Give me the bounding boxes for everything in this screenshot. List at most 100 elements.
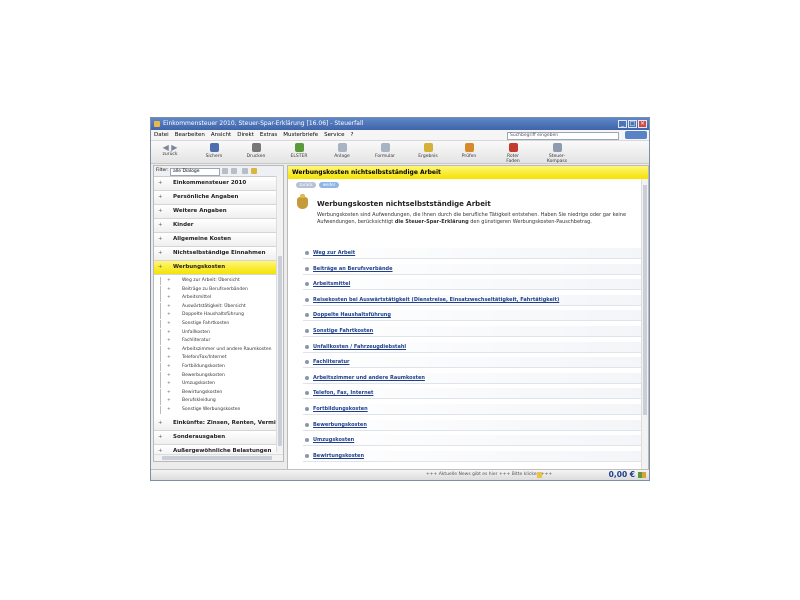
- news-ticker[interactable]: +++ Aktuelle News gibt es hier +++ Bitte…: [426, 470, 552, 480]
- minimize-button[interactable]: _: [618, 120, 627, 128]
- expand-icon[interactable]: +: [158, 219, 163, 232]
- content-link-label[interactable]: Telefon, Fax, Internet: [313, 388, 373, 398]
- sidebar-section[interactable]: + Werbungskosten: [154, 261, 283, 275]
- expand-icon[interactable]: +: [158, 431, 163, 444]
- content-link[interactable]: Umzugskosten: [303, 435, 643, 447]
- expand-icon[interactable]: +: [158, 177, 163, 190]
- search-input[interactable]: Suchbegriff eingeben: [507, 132, 619, 140]
- sidebar-tree-item[interactable]: + Bewerbungskosten: [154, 371, 283, 380]
- content-link-label[interactable]: Beiträge an Berufsverbände: [313, 264, 393, 274]
- content-link-label[interactable]: Umzugskosten: [313, 435, 354, 445]
- maximize-button[interactable]: □: [628, 120, 637, 128]
- sidebar-hscroll-thumb[interactable]: [162, 456, 272, 460]
- expand-icon[interactable]: +: [167, 320, 171, 328]
- content-link-label[interactable]: Reisekosten bei Auswärtstätigkeit (Diens…: [313, 295, 559, 305]
- toolbar-button[interactable]: Anlage: [329, 142, 355, 159]
- toolbar-button[interactable]: Steuer-Kompass: [544, 142, 570, 164]
- news-icon[interactable]: [537, 472, 542, 478]
- expand-icon[interactable]: +: [167, 354, 171, 362]
- sidebar-tree-item[interactable]: + Unfallkosten: [154, 328, 283, 337]
- content-link-label[interactable]: Bewerbungskosten: [313, 420, 367, 430]
- toolbar-button[interactable]: Prüfen: [456, 142, 482, 159]
- expand-icon[interactable]: +: [167, 372, 171, 380]
- sidebar-section[interactable]: + Kinder: [154, 219, 283, 233]
- toolbar-button[interactable]: Roter Faden: [500, 142, 526, 164]
- print-icon[interactable]: [242, 168, 248, 174]
- menu-item[interactable]: Service: [324, 130, 344, 140]
- menu-item[interactable]: Musterbriefe: [283, 130, 318, 140]
- filter-down-icon[interactable]: [231, 168, 237, 174]
- content-scroll-thumb[interactable]: [643, 185, 647, 415]
- expand-icon[interactable]: +: [167, 303, 171, 311]
- sidebar-section[interactable]: + Einkommensteuer 2010: [154, 177, 283, 191]
- content-link-label[interactable]: Arbeitsmittel: [313, 279, 350, 289]
- sidebar-section[interactable]: + Einkünfte: Zinsen, Renten, Vermietung: [154, 416, 283, 431]
- back-forward-buttons[interactable]: ◀ ▶ zurück: [155, 143, 185, 157]
- sidebar-section[interactable]: + Allgemeine Kosten: [154, 233, 283, 247]
- expand-icon[interactable]: +: [167, 337, 171, 345]
- nav-forward-button[interactable]: weiter: [319, 182, 339, 188]
- expand-icon[interactable]: +: [158, 233, 163, 246]
- expand-icon[interactable]: +: [167, 380, 171, 388]
- content-link-label[interactable]: Doppelte Haushaltsführung: [313, 310, 391, 320]
- expand-icon[interactable]: +: [167, 294, 171, 302]
- sidebar-tree-item[interactable]: + Beiträge zu Berufsverbänden: [154, 285, 283, 294]
- sidebar-tree-item[interactable]: + Auswärtstätigkeit: Übersicht: [154, 302, 283, 311]
- toolbar-button[interactable]: Drucken: [243, 142, 269, 159]
- expand-icon[interactable]: +: [167, 311, 171, 319]
- sidebar-section[interactable]: + Persönliche Angaben: [154, 191, 283, 205]
- content-link-label[interactable]: Bewirtungskosten: [313, 451, 364, 461]
- edit-icon[interactable]: [251, 168, 257, 174]
- expand-icon[interactable]: +: [167, 397, 171, 405]
- content-link[interactable]: Telefon, Fax, Internet: [303, 388, 643, 400]
- expand-icon[interactable]: +: [167, 286, 171, 294]
- expand-icon[interactable]: +: [167, 406, 171, 414]
- sidebar-scrollbar[interactable]: [276, 176, 283, 452]
- sidebar-tree-item[interactable]: + Umzugskosten: [154, 380, 283, 389]
- sidebar-hscrollbar[interactable]: [154, 454, 283, 461]
- content-link[interactable]: Weg zur Arbeit: [303, 248, 643, 259]
- search-button[interactable]: [625, 131, 647, 139]
- sidebar-tree-item[interactable]: + Berufskleidung: [154, 397, 283, 406]
- content-scrollbar[interactable]: [641, 179, 648, 469]
- nav-back-button[interactable]: zurück: [296, 182, 316, 188]
- expand-icon[interactable]: +: [158, 261, 163, 274]
- expand-icon[interactable]: +: [167, 389, 171, 397]
- content-link[interactable]: Sonstige Fahrtkosten: [303, 326, 643, 337]
- content-link[interactable]: Arbeitsmittel: [303, 279, 643, 291]
- content-link-label[interactable]: Weg zur Arbeit: [313, 248, 355, 258]
- chart-icon[interactable]: [638, 472, 646, 478]
- sidebar-tree-item[interactable]: + Telefon/Fax/Internet: [154, 354, 283, 363]
- content-link-label[interactable]: Unfallkosten / Fahrzeugdiebstahl: [313, 342, 406, 352]
- toolbar-button[interactable]: Sichern: [201, 142, 227, 159]
- content-link[interactable]: Beiträge an Berufsverbände: [303, 263, 643, 275]
- sidebar-tree-item[interactable]: + Bewirtungskosten: [154, 388, 283, 397]
- expand-icon[interactable]: +: [158, 417, 163, 430]
- content-link[interactable]: Fachliteratur: [303, 357, 643, 369]
- toolbar-button[interactable]: Ergebnis: [415, 142, 441, 159]
- content-link[interactable]: Reisekosten bei Auswärtstätigkeit (Diens…: [303, 294, 643, 306]
- expand-icon[interactable]: +: [167, 346, 171, 354]
- sidebar-section[interactable]: + Weitere Angaben: [154, 205, 283, 219]
- content-link[interactable]: Arbeitszimmer und andere Raumkosten: [303, 372, 643, 384]
- content-link-label[interactable]: Sonstige Fahrtkosten: [313, 326, 373, 336]
- sidebar-section[interactable]: + Sonderausgaben: [154, 430, 283, 445]
- sidebar-scroll-thumb[interactable]: [278, 256, 282, 446]
- content-link[interactable]: Fortbildungskosten: [303, 404, 643, 415]
- menu-item[interactable]: Datei: [154, 130, 169, 140]
- content-link-label[interactable]: Fachliteratur: [313, 357, 349, 367]
- sidebar-tree-item[interactable]: + Arbeitsmittel: [154, 294, 283, 303]
- menu-item[interactable]: Extras: [260, 130, 277, 140]
- expand-icon[interactable]: +: [158, 191, 163, 204]
- menu-item[interactable]: Bearbeiten: [175, 130, 205, 140]
- expand-icon[interactable]: +: [158, 205, 163, 218]
- toolbar-button[interactable]: Formular: [372, 142, 398, 159]
- menu-item[interactable]: Ansicht: [211, 130, 231, 140]
- menu-item[interactable]: Direkt: [237, 130, 254, 140]
- sidebar-tree-item[interactable]: + Fachliteratur: [154, 337, 283, 346]
- sidebar-tree-item[interactable]: + Weg zur Arbeit: Übersicht: [154, 277, 283, 285]
- expand-icon[interactable]: +: [167, 363, 171, 371]
- close-button[interactable]: ×: [638, 120, 647, 128]
- expand-icon[interactable]: +: [167, 329, 171, 337]
- content-link-label[interactable]: Arbeitszimmer und andere Raumkosten: [313, 373, 425, 383]
